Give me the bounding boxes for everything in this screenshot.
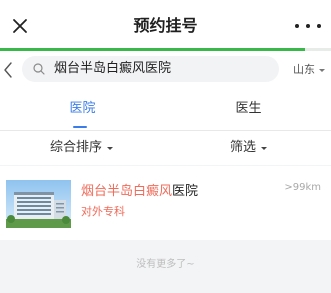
tab-bar: 医院 医生 xyxy=(0,88,331,131)
filter-label: 筛选 xyxy=(230,140,257,155)
filter-bar: 综合排序 筛选 xyxy=(0,131,331,165)
filter-dropdown[interactable]: 筛选 xyxy=(230,131,268,165)
hospital-name: 烟台半岛白癜风医院 xyxy=(81,180,198,199)
more-icon-dot xyxy=(317,24,321,28)
sort-dropdown[interactable]: 综合排序 xyxy=(50,131,114,165)
hospital-list-item[interactable]: 烟台半岛白癜风医院 对外专科 >99km xyxy=(0,166,331,240)
region-selector[interactable]: 山东 xyxy=(293,61,325,79)
caret-down-icon xyxy=(107,146,114,150)
no-more-text: 没有更多了~ xyxy=(136,259,195,270)
hospital-photo xyxy=(6,180,71,228)
hospital-building-image xyxy=(6,180,71,228)
caret-down-icon xyxy=(319,68,325,72)
sort-label: 综合排序 xyxy=(50,140,103,155)
hospital-type-tag: 对外专科 xyxy=(81,205,125,218)
back-icon xyxy=(4,62,12,78)
back-button[interactable] xyxy=(0,59,16,81)
tab-doctor[interactable]: 医生 xyxy=(166,88,331,130)
search-icon xyxy=(33,63,45,75)
top-bar: 预约挂号 xyxy=(0,0,331,50)
distance-label: >99km xyxy=(284,182,321,193)
more-icon-dot xyxy=(306,24,310,28)
page-title: 预约挂号 xyxy=(133,16,198,35)
search-box[interactable]: 烟台半岛白癜风医院 xyxy=(22,56,279,82)
search-input[interactable]: 烟台半岛白癜风医院 xyxy=(54,56,171,82)
caret-down-icon xyxy=(261,146,268,150)
hospital-name-highlight: 烟台半岛白癜风 xyxy=(81,184,173,199)
hospital-name-rest: 医院 xyxy=(172,184,199,199)
tab-hospital[interactable]: 医院 xyxy=(0,88,165,130)
search-bar: 烟台半岛白癜风医院 山东 xyxy=(0,51,331,88)
active-tab-indicator xyxy=(73,126,87,128)
more-icon-dot xyxy=(295,24,299,28)
more-button[interactable] xyxy=(295,17,321,35)
region-label: 山东 xyxy=(293,63,315,76)
